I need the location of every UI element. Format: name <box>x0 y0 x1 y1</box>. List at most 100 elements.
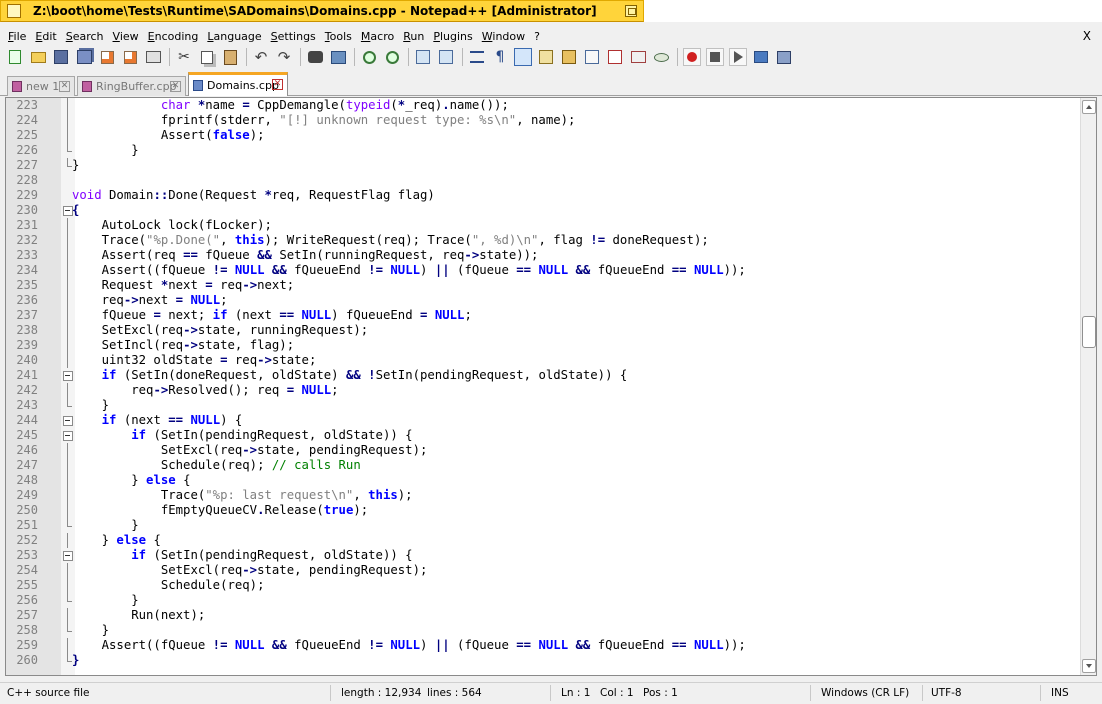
function-list-icon[interactable] <box>606 48 624 66</box>
restore-window-icon[interactable] <box>625 5 637 17</box>
save-macro-icon[interactable] <box>775 48 793 66</box>
code-line[interactable]: 226 } <box>6 143 1082 158</box>
word-wrap-icon[interactable] <box>468 48 486 66</box>
new-file-icon[interactable] <box>6 48 24 66</box>
code-line[interactable]: 245 if (SetIn(pendingRequest, oldState))… <box>6 428 1082 443</box>
menu-plugins[interactable]: Plugins <box>433 30 472 43</box>
menu-file[interactable]: File <box>8 30 26 43</box>
zoom-out-icon[interactable] <box>383 48 401 66</box>
tab-close-icon[interactable]: ✕ <box>170 81 181 92</box>
code-line[interactable]: 259 Assert((fQueue != NULL && fQueueEnd … <box>6 638 1082 653</box>
code-line[interactable]: 244 if (next == NULL) { <box>6 413 1082 428</box>
code-line[interactable]: 228 <box>6 173 1082 188</box>
code-line[interactable]: 258 } <box>6 623 1082 638</box>
code-line[interactable]: 233 Assert(req == fQueue && SetIn(runnin… <box>6 248 1082 263</box>
stop-recording-icon[interactable] <box>706 48 724 66</box>
menu-settings[interactable]: Settings <box>271 30 316 43</box>
code-line[interactable]: 224 fprintf(stderr, "[!] unknown request… <box>6 113 1082 128</box>
folder-as-workspace-icon[interactable] <box>629 48 647 66</box>
save-all-icon[interactable] <box>75 48 93 66</box>
menu-run[interactable]: Run <box>403 30 424 43</box>
code-line[interactable]: 230 { <box>6 203 1082 218</box>
code-line[interactable]: 236 req->next = NULL; <box>6 293 1082 308</box>
menu-edit[interactable]: Edit <box>35 30 56 43</box>
menu-encoding[interactable]: Encoding <box>148 30 199 43</box>
code-line[interactable]: 239 SetIncl(req->state, flag); <box>6 338 1082 353</box>
menu-language[interactable]: Language <box>207 30 261 43</box>
code-line[interactable]: 256 } <box>6 593 1082 608</box>
status-insert-mode[interactable]: INS <box>1051 687 1069 699</box>
code-line[interactable]: 248 } else { <box>6 473 1082 488</box>
find-icon[interactable] <box>306 48 324 66</box>
close-file-icon[interactable] <box>98 48 116 66</box>
sync-horizontal-icon[interactable] <box>437 48 455 66</box>
redo-icon[interactable]: ↷ <box>275 48 293 66</box>
code-line[interactable]: 231 AutoLock lock(fLocker); <box>6 218 1082 233</box>
menu-view[interactable]: View <box>113 30 139 43</box>
code-line[interactable]: 225 Assert(false); <box>6 128 1082 143</box>
document-map-icon[interactable] <box>560 48 578 66</box>
menu-help[interactable]: ? <box>534 30 540 43</box>
tab-close-icon[interactable]: ✕ <box>59 81 70 92</box>
run-macro-multiple-icon[interactable] <box>752 48 770 66</box>
scroll-up-button[interactable] <box>1082 100 1096 114</box>
code-line[interactable]: 252 } else { <box>6 533 1082 548</box>
menu-tools[interactable]: Tools <box>325 30 352 43</box>
code-line[interactable]: 251 } <box>6 518 1082 533</box>
open-file-icon[interactable] <box>29 48 47 66</box>
zoom-in-icon[interactable] <box>360 48 378 66</box>
code-line[interactable]: 227} <box>6 158 1082 173</box>
save-icon[interactable] <box>52 48 70 66</box>
code-line[interactable]: 253 if (SetIn(pendingRequest, oldState))… <box>6 548 1082 563</box>
code-line[interactable]: 237 fQueue = next; if (next == NULL) fQu… <box>6 308 1082 323</box>
tab-close-icon[interactable]: ✕ <box>272 79 283 90</box>
code-line[interactable]: 240 uint32 oldState = req->state; <box>6 353 1082 368</box>
code-editor[interactable]: 223 char *name = CppDemangle(typeid(*_re… <box>5 97 1097 676</box>
close-document-button[interactable]: X <box>1083 29 1091 43</box>
indent-guide-icon[interactable] <box>514 48 532 66</box>
replace-icon[interactable] <box>329 48 347 66</box>
code-line[interactable]: 250 fEmptyQueueCV.Release(true); <box>6 503 1082 518</box>
menu-macro[interactable]: Macro <box>361 30 394 43</box>
document-list-icon[interactable] <box>583 48 601 66</box>
show-all-characters-icon[interactable]: ¶ <box>491 48 509 66</box>
code-line[interactable]: 238 SetExcl(req->state, runningRequest); <box>6 323 1082 338</box>
code-line[interactable]: 234 Assert((fQueue != NULL && fQueueEnd … <box>6 263 1082 278</box>
code-line[interactable]: 254 SetExcl(req->state, pendingRequest); <box>6 563 1082 578</box>
code-line[interactable]: 243 } <box>6 398 1082 413</box>
tab-ringbuffer-cpp[interactable]: RingBuffer.cpp ✕ <box>77 76 186 96</box>
vertical-scrollbar[interactable] <box>1080 98 1096 675</box>
code-line[interactable]: 242 req->Resolved(); req = NULL; <box>6 383 1082 398</box>
code-line[interactable]: 249 Trace("%p: last request\n", this); <box>6 488 1082 503</box>
paste-icon[interactable] <box>221 48 239 66</box>
code-line[interactable]: 257 Run(next); <box>6 608 1082 623</box>
record-macro-icon[interactable] <box>683 48 701 66</box>
scroll-thumb[interactable] <box>1082 316 1096 348</box>
playback-icon[interactable] <box>729 48 747 66</box>
code-line[interactable]: 229 void Domain::Done(Request *req, Reque… <box>6 188 1082 203</box>
status-eol-format[interactable]: Windows (CR LF) <box>821 687 909 699</box>
code-line[interactable]: 246 SetExcl(req->state, pendingRequest); <box>6 443 1082 458</box>
undo-icon[interactable]: ↶ <box>252 48 270 66</box>
code-line[interactable]: 241 if (SetIn(doneRequest, oldState) && … <box>6 368 1082 383</box>
code-line[interactable]: 232 Trace("%p.Done(", this); WriteReques… <box>6 233 1082 248</box>
menu-search[interactable]: Search <box>66 30 104 43</box>
code-line[interactable]: 247 Schedule(req); // calls Run <box>6 458 1082 473</box>
code-line[interactable]: 260} <box>6 653 1082 668</box>
cut-icon[interactable]: ✂ <box>175 48 193 66</box>
title-bar[interactable]: Z:\boot\home\Tests\Runtime\SADomains\Dom… <box>0 0 644 22</box>
menu-window[interactable]: Window <box>482 30 525 43</box>
copy-icon[interactable] <box>198 48 216 66</box>
tab-domains-cpp[interactable]: Domains.cpp ✕ <box>188 72 288 96</box>
tab-new-1[interactable]: new 1 ✕ <box>7 76 75 96</box>
status-encoding[interactable]: UTF-8 <box>931 687 962 699</box>
close-all-icon[interactable] <box>121 48 139 66</box>
code-area[interactable]: 223 char *name = CppDemangle(typeid(*_re… <box>6 98 1082 675</box>
code-line[interactable]: 223 char *name = CppDemangle(typeid(*_re… <box>6 98 1082 113</box>
print-icon[interactable] <box>144 48 162 66</box>
code-line[interactable]: 255 Schedule(req); <box>6 578 1082 593</box>
sync-vertical-icon[interactable] <box>414 48 432 66</box>
user-language-icon[interactable] <box>537 48 555 66</box>
code-line[interactable]: 235 Request *next = req->next; <box>6 278 1082 293</box>
monitoring-icon[interactable] <box>652 48 670 66</box>
